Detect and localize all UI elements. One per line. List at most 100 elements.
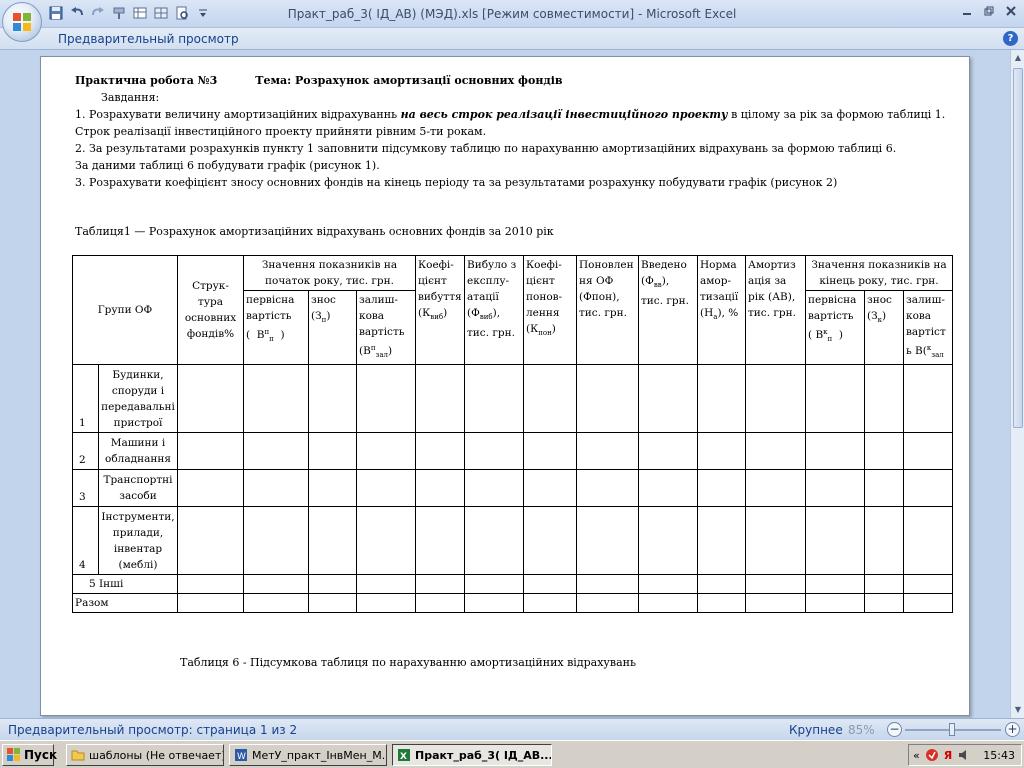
subscript: п <box>827 335 833 343</box>
antivirus-icon[interactable] <box>925 748 939 762</box>
help-icon[interactable]: ? <box>1003 31 1018 46</box>
table-cell <box>697 364 746 433</box>
restore-icon[interactable] <box>980 3 998 19</box>
subscript: виб <box>479 313 493 321</box>
zoom-percent[interactable]: 85% <box>848 723 875 737</box>
table-cell <box>308 432 357 470</box>
zoom-slider-thumb[interactable] <box>949 723 955 736</box>
start-initial-header: первісна вартість ( Впп ) <box>243 290 309 365</box>
minimize-icon[interactable] <box>958 3 976 19</box>
taskbar-item-label: Практ_раб_3( ІД_АВ... <box>415 748 552 762</box>
total-label: Разом <box>72 593 178 613</box>
symbol: Н <box>704 307 714 319</box>
start-wear-symbol: (Зп) <box>311 310 331 324</box>
coef-renew-line: лення <box>526 307 560 319</box>
row-number: 5 <box>89 578 96 590</box>
table-cell <box>697 593 746 613</box>
table-cell <box>177 574 244 594</box>
row-number: 3 <box>72 469 99 507</box>
table-cell <box>576 432 639 470</box>
table-cell <box>464 574 524 594</box>
taskbar-item-word-doc[interactable]: W МетУ_практ_ІнвМен_М... <box>229 744 387 766</box>
introduced-header: Введено (Фвв), тис. грн. <box>638 255 698 365</box>
table-cell <box>745 364 806 433</box>
row-label: Машини і обладнання <box>98 432 178 470</box>
zoom-in-icon[interactable]: + <box>1005 722 1020 737</box>
table-cell <box>903 432 953 470</box>
table-cell <box>805 469 865 507</box>
table-cell <box>745 506 806 575</box>
table-cell <box>864 506 904 575</box>
system-tray: « Я 15:43 <box>908 744 1022 766</box>
row-label-line: засоби <box>119 490 157 502</box>
row-label: Транспортні засоби <box>98 469 178 507</box>
retired-line: атації <box>467 291 499 303</box>
subscript: к <box>877 316 883 324</box>
header-title: Практична робота №3 <box>75 74 218 87</box>
table-cell <box>805 574 865 594</box>
table-cell <box>177 364 244 433</box>
symbol: В <box>256 329 265 341</box>
start-residual-line: кова <box>359 310 385 322</box>
symbol: В <box>363 345 371 357</box>
row-label-line: (меблі) <box>118 558 158 571</box>
table-cell <box>745 593 806 613</box>
amortization-line: Амортиз <box>748 259 796 271</box>
office-button[interactable] <box>2 2 42 42</box>
renewal-line: Поновлен <box>579 259 634 271</box>
table-cell <box>697 506 746 575</box>
table-cell <box>177 432 244 470</box>
task-line-4: За даними таблиці 6 побудувати графік (р… <box>75 159 380 172</box>
start-button[interactable]: Пуск <box>2 744 57 766</box>
table-cell <box>243 364 309 433</box>
svg-text:X: X <box>400 752 407 762</box>
document-header: Практична робота №3 Тема: Розрахунок амор… <box>75 74 563 87</box>
table-cell <box>745 469 806 507</box>
tray-expand-icon[interactable]: « <box>913 749 920 762</box>
row-label-line: обладнання <box>105 453 171 465</box>
row-number: 1 <box>72 364 99 433</box>
coef-renew-line: понов- <box>526 291 563 303</box>
start-residual-symbol: (Впзал) <box>359 344 393 359</box>
zoom-out-icon[interactable]: − <box>887 722 902 737</box>
speaker-icon[interactable] <box>957 748 971 762</box>
start-wear-header: знос (Зп) <box>308 290 357 365</box>
coef-renew-line: Коефі- <box>526 259 562 271</box>
table-cell <box>523 506 577 575</box>
table-cell <box>576 364 639 433</box>
header-theme: Тема: Розрахунок амортизації основних фо… <box>255 74 563 87</box>
end-wear-line: знос <box>867 294 892 306</box>
coef-retire-line: Коефі- <box>418 259 454 271</box>
table-cell <box>805 593 865 613</box>
retired-unit: тис. грн. <box>467 327 515 339</box>
end-of-year-line: кінець року, тис. грн. <box>819 275 939 287</box>
norm-line: Норма <box>700 259 737 271</box>
end-initial-line: вартість <box>808 310 854 322</box>
svg-text:W: W <box>237 752 246 762</box>
zoom-in-label[interactable]: Крупнее <box>789 723 843 737</box>
row-label-line: Машини і <box>110 437 166 449</box>
vertical-scrollbar[interactable]: ▲ ▼ <box>1010 50 1024 718</box>
start-wear-line: знос <box>311 294 336 306</box>
end-residual-line: вартіст <box>906 326 946 338</box>
scroll-down-icon[interactable]: ▼ <box>1012 704 1024 716</box>
table-cell <box>864 593 904 613</box>
tab-print-preview[interactable]: Предварительный просмотр <box>58 32 239 46</box>
table-row: 3 Транспортні засоби <box>72 469 953 507</box>
row-label-line: Інструменти, <box>101 510 175 523</box>
taskbar-item-excel[interactable]: X Практ_раб_3( ІД_АВ... <box>392 744 552 766</box>
retired-symbol: (Фвиб), <box>467 307 501 321</box>
taskbar-item-templates[interactable]: шаблоны (Не отвечает) <box>66 744 224 766</box>
table-cell <box>308 593 357 613</box>
row-label-line: споруди і <box>111 384 165 397</box>
yandex-icon[interactable]: Я <box>944 749 952 762</box>
table-cell <box>638 469 698 507</box>
coef-retire-line: цієнт <box>418 275 447 287</box>
introduced-unit: тис. грн. <box>641 295 689 307</box>
coef-retire-header: Коефі- цієнт вибуття (Квиб) <box>415 255 465 365</box>
table-cell <box>638 506 698 575</box>
table-cell <box>415 432 465 470</box>
scroll-thumb[interactable] <box>1013 68 1023 428</box>
scroll-up-icon[interactable]: ▲ <box>1012 52 1024 64</box>
close-icon[interactable] <box>1002 3 1020 19</box>
